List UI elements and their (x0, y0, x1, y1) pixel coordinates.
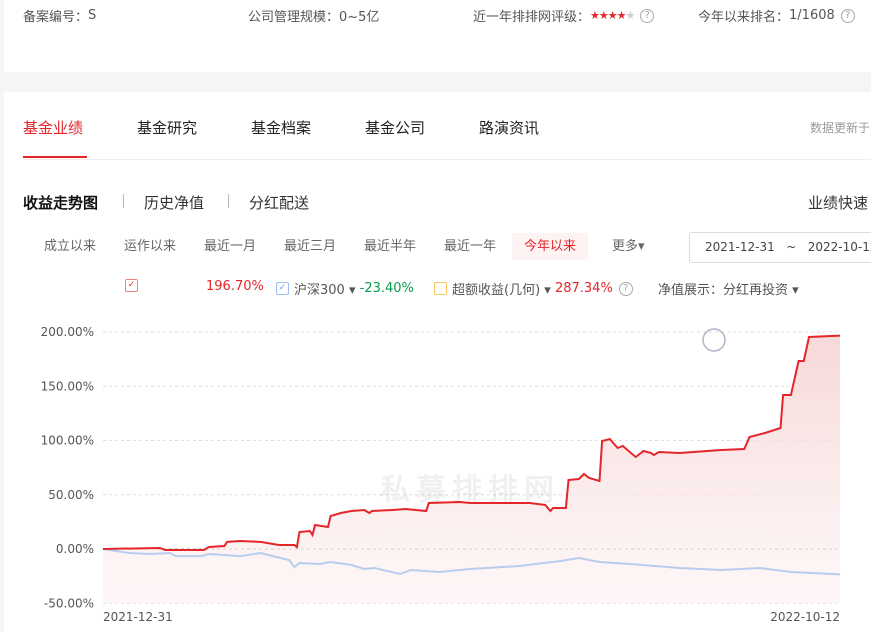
hover-cursor-indicator (702, 328, 726, 352)
y-tick-label: 150.00% (41, 379, 94, 393)
y-tick-label: 0.00% (56, 542, 94, 556)
y-tick-label: 200.00% (41, 325, 94, 339)
return-chart[interactable]: 200.00% 150.00% 100.00% 50.00% 0.00% -50.00% 2… (0, 0, 871, 632)
x-tick-label: 2022-10-12 (770, 610, 840, 624)
y-tick-label: -50.00% (44, 596, 94, 610)
y-tick-label: 50.00% (48, 488, 94, 502)
x-tick-label: 2021-12-31 (103, 610, 173, 624)
y-tick-label: 100.00% (41, 434, 94, 448)
fund-area (103, 335, 840, 604)
